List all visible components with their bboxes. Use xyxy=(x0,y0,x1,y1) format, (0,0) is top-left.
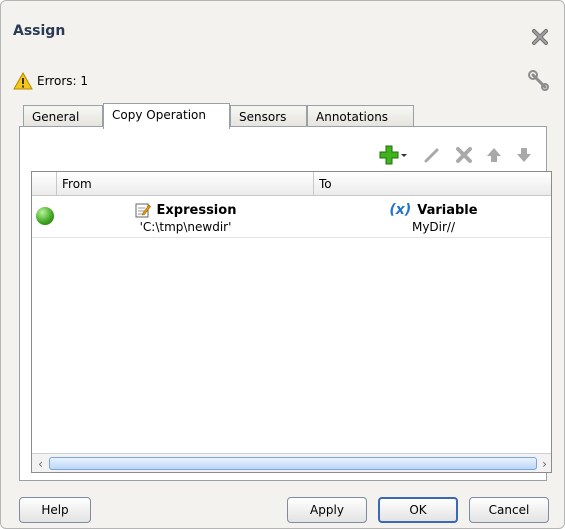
to-column-header[interactable]: To xyxy=(314,172,551,196)
warning-icon xyxy=(13,72,33,90)
chevron-left-icon: ‹ xyxy=(38,456,43,471)
move-up-button[interactable] xyxy=(482,143,506,167)
status-ok-icon xyxy=(36,207,54,225)
errors-text: Errors: 1 xyxy=(37,74,88,88)
from-type-label: Expression xyxy=(156,202,237,218)
copy-rules-table: From To Expression 'C:\tmp\newdir' (x) V… xyxy=(31,171,552,473)
wrench-button[interactable] xyxy=(527,69,551,93)
tab-annotations[interactable]: Annotations xyxy=(307,105,414,128)
assign-dialog: Assign Errors: 1 General Copy Operation … xyxy=(0,0,565,529)
add-icon xyxy=(379,145,407,165)
edit-icon xyxy=(424,148,439,163)
arrow-up-icon xyxy=(487,148,501,162)
scroll-left-button[interactable]: ‹ xyxy=(33,456,48,471)
tab-general[interactable]: General xyxy=(23,105,103,128)
close-button[interactable] xyxy=(529,26,551,48)
table-row[interactable]: Expression 'C:\tmp\newdir' (x) Variable … xyxy=(32,196,551,238)
help-button[interactable]: Help xyxy=(19,497,91,523)
ok-button[interactable]: OK xyxy=(378,497,458,523)
copy-rule-toolbar xyxy=(376,143,541,167)
tab-sensors[interactable]: Sensors xyxy=(230,105,307,128)
variable-icon: (x) xyxy=(389,202,412,218)
dialog-title: Assign xyxy=(13,23,66,39)
delete-icon xyxy=(456,147,472,163)
add-button[interactable] xyxy=(376,143,410,167)
apply-button[interactable]: Apply xyxy=(287,497,367,523)
from-cell[interactable]: Expression 'C:\tmp\newdir' xyxy=(57,196,314,238)
from-expression-value: 'C:\tmp\newdir' xyxy=(139,220,232,234)
close-icon xyxy=(532,29,548,45)
to-type-label: Variable xyxy=(417,202,478,218)
horizontal-scrollbar[interactable]: ‹ › xyxy=(32,453,551,472)
to-cell[interactable]: (x) Variable MyDir// xyxy=(314,196,551,238)
delete-button[interactable] xyxy=(452,143,476,167)
from-column-header[interactable]: From xyxy=(57,172,314,196)
to-variable-value: MyDir// xyxy=(411,220,456,234)
edit-button[interactable] xyxy=(420,143,444,167)
cancel-button[interactable]: Cancel xyxy=(469,497,549,523)
arrow-down-icon xyxy=(517,148,531,162)
tab-copy-operation[interactable]: Copy Operation xyxy=(103,103,230,129)
scrollbar-thumb[interactable] xyxy=(49,457,537,470)
scroll-right-button[interactable]: › xyxy=(537,456,551,471)
errors-status: Errors: 1 xyxy=(13,71,88,91)
expression-icon xyxy=(135,203,151,218)
table-header: From To xyxy=(32,172,551,196)
move-down-button[interactable] xyxy=(512,143,536,167)
chevron-right-icon: › xyxy=(542,456,547,471)
status-column-header xyxy=(32,172,57,196)
wrench-icon xyxy=(528,70,549,91)
